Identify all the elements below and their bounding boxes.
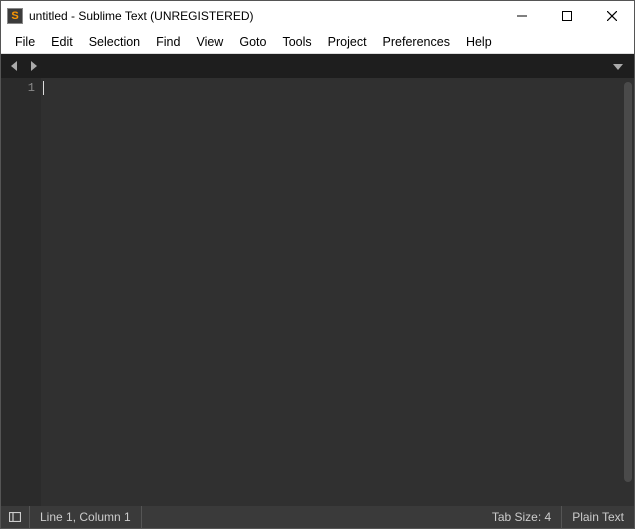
close-button[interactable] xyxy=(589,1,634,31)
editor-area: 1 xyxy=(1,78,634,506)
nav-forward-button[interactable] xyxy=(25,58,41,74)
title-bar: S untitled - Sublime Text (UNREGISTERED) xyxy=(1,1,634,31)
line-number: 1 xyxy=(1,81,35,95)
window-controls xyxy=(499,1,634,31)
menu-edit[interactable]: Edit xyxy=(43,33,81,51)
menu-preferences[interactable]: Preferences xyxy=(375,33,458,51)
menu-bar: File Edit Selection Find View Goto Tools… xyxy=(1,31,634,54)
app-icon: S xyxy=(7,8,23,24)
menu-file[interactable]: File xyxy=(7,33,43,51)
vertical-scrollbar[interactable] xyxy=(624,82,632,482)
status-syntax[interactable]: Plain Text xyxy=(562,506,634,528)
status-tab-size[interactable]: Tab Size: 4 xyxy=(482,506,562,528)
menu-view[interactable]: View xyxy=(188,33,231,51)
menu-find[interactable]: Find xyxy=(148,33,188,51)
panel-switcher-icon[interactable] xyxy=(1,506,30,528)
nav-strip xyxy=(1,54,634,78)
menu-tools[interactable]: Tools xyxy=(274,33,319,51)
line-gutter: 1 xyxy=(1,78,41,506)
maximize-button[interactable] xyxy=(544,1,589,31)
menu-goto[interactable]: Goto xyxy=(231,33,274,51)
status-bar: Line 1, Column 1 Tab Size: 4 Plain Text xyxy=(1,506,634,528)
code-editor[interactable] xyxy=(41,78,634,506)
window-title: untitled - Sublime Text (UNREGISTERED) xyxy=(29,9,254,23)
nav-back-button[interactable] xyxy=(7,58,23,74)
text-cursor xyxy=(43,81,44,95)
status-position[interactable]: Line 1, Column 1 xyxy=(30,506,142,528)
menu-project[interactable]: Project xyxy=(320,33,375,51)
menu-help[interactable]: Help xyxy=(458,33,500,51)
minimize-button[interactable] xyxy=(499,1,544,31)
nav-menu-button[interactable] xyxy=(610,58,626,74)
menu-selection[interactable]: Selection xyxy=(81,33,148,51)
app-window: S untitled - Sublime Text (UNREGISTERED)… xyxy=(0,0,635,529)
app-icon-letter: S xyxy=(11,11,18,22)
